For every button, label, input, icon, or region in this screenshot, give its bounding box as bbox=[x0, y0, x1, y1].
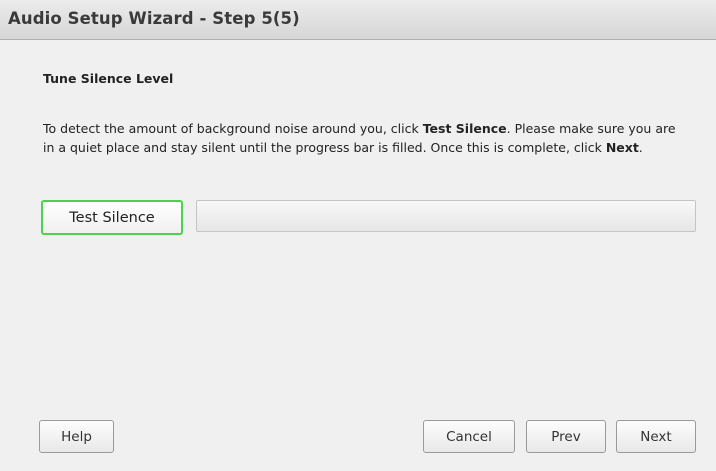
help-button[interactable]: Help bbox=[39, 420, 114, 453]
instructions-part-1: To detect the amount of background noise… bbox=[43, 121, 423, 136]
window-title: Audio Setup Wizard - Step 5(5) bbox=[8, 9, 300, 28]
next-button[interactable]: Next bbox=[616, 420, 696, 453]
test-silence-button[interactable]: Test Silence bbox=[41, 200, 183, 235]
prev-button[interactable]: Prev bbox=[526, 420, 606, 453]
instructions-bold-test-silence: Test Silence bbox=[422, 121, 507, 136]
silence-progress-bar bbox=[196, 200, 696, 232]
instructions-text: To detect the amount of background noise… bbox=[43, 119, 683, 157]
cancel-button[interactable]: Cancel bbox=[423, 420, 515, 453]
wizard-content: Tune Silence Level To detect the amount … bbox=[0, 40, 716, 471]
audio-setup-wizard-dialog: Audio Setup Wizard - Step 5(5) Tune Sile… bbox=[0, 0, 716, 471]
title-bar[interactable]: Audio Setup Wizard - Step 5(5) bbox=[0, 0, 716, 40]
section-heading: Tune Silence Level bbox=[43, 71, 174, 86]
instructions-bold-next: Next bbox=[605, 140, 639, 155]
instructions-part-3: . bbox=[638, 140, 643, 155]
